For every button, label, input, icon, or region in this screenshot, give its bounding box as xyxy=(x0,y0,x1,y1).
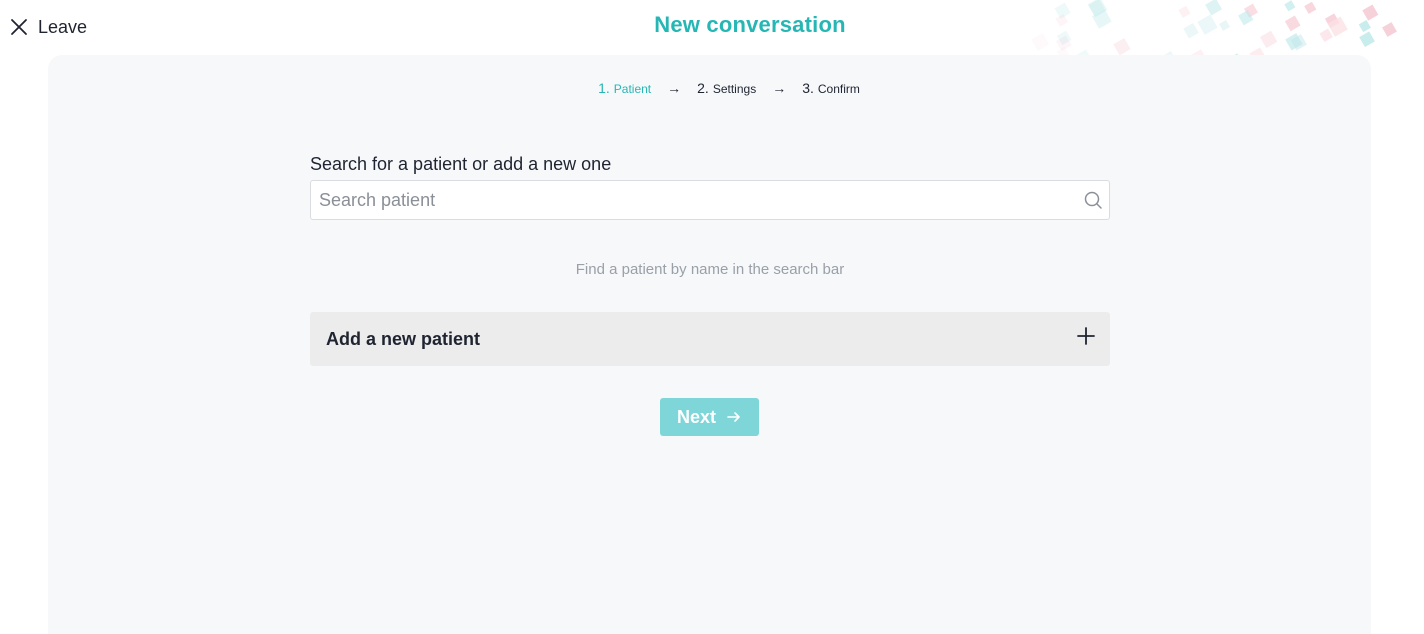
step-arrow-icon: → xyxy=(772,80,787,96)
step-number: 2. xyxy=(697,80,709,96)
add-patient-label: Add a new patient xyxy=(326,328,481,349)
step-arrow-icon: → xyxy=(667,80,682,96)
add-patient-button[interactable]: Add a new patient xyxy=(310,312,1110,366)
page: Leave New conversation 1. Patient → 2. S… xyxy=(0,0,1424,634)
stepper: 1. Patient → 2. Settings → 3. Confirm xyxy=(48,80,1371,96)
search-label: Search for a patient or add a new one xyxy=(310,154,612,174)
step-number: 1. xyxy=(598,80,610,96)
main-card: 1. Patient → 2. Settings → 3. Confirm Se… xyxy=(48,55,1371,634)
step-label: Confirm xyxy=(817,82,860,96)
next-button[interactable]: Next xyxy=(660,398,759,436)
arrow-right-icon xyxy=(727,412,740,422)
mosaic-tile xyxy=(1113,38,1131,56)
search-input[interactable] xyxy=(311,181,1083,219)
step-number: 3. xyxy=(802,80,814,96)
search-hint: Find a patient by name in the search bar xyxy=(575,261,845,278)
step-confirm: 3. Confirm xyxy=(802,80,860,96)
plus-icon xyxy=(1077,327,1095,345)
step-label: Patient xyxy=(613,82,652,96)
search-icon[interactable] xyxy=(1083,190,1103,210)
next-label: Next xyxy=(676,406,716,427)
step-label: Settings xyxy=(712,82,757,96)
page-title: New conversation xyxy=(654,12,846,37)
mosaic-tile xyxy=(1284,0,1296,12)
search-box xyxy=(310,180,1110,220)
step-settings: 2. Settings xyxy=(697,80,756,96)
step-patient: 1. Patient xyxy=(598,80,651,96)
